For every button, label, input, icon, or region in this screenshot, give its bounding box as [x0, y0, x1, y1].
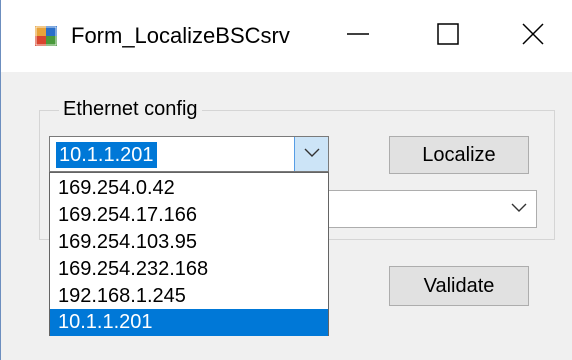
maximize-icon [436, 22, 460, 51]
ip-address-dropdown-list[interactable]: 169.254.0.42 169.254.17.166 169.254.103.… [49, 172, 329, 336]
maximize-button[interactable] [403, 0, 493, 72]
form-app-icon [35, 26, 57, 46]
close-icon [521, 22, 545, 51]
ip-combobox-dropdown-button[interactable] [294, 137, 328, 171]
ip-address-combobox[interactable]: 10.1.1.201 [49, 136, 329, 172]
form-window: Form_LocalizeBSCsrv Ethernet config 10.1… [0, 0, 572, 360]
ip-address-value: 10.1.1.201 [56, 142, 157, 168]
dropdown-option[interactable]: 169.254.103.95 [50, 229, 328, 256]
dropdown-option[interactable]: 169.254.232.168 [50, 256, 328, 283]
chevron-down-icon [304, 145, 320, 163]
localize-button[interactable]: Localize [389, 136, 529, 174]
dropdown-option[interactable]: 192.168.1.245 [50, 283, 328, 310]
minimize-button[interactable] [313, 0, 403, 72]
window-title: Form_LocalizeBSCsrv [71, 23, 290, 48]
groupbox-label: Ethernet config [59, 96, 202, 122]
dropdown-option-selected[interactable]: 10.1.1.201 [50, 309, 328, 336]
title-bar[interactable]: Form_LocalizeBSCsrv [1, 0, 572, 72]
chevron-down-icon [511, 200, 527, 218]
validate-button[interactable]: Validate [389, 266, 529, 306]
dropdown-option[interactable]: 169.254.0.42 [50, 175, 328, 202]
close-button[interactable] [493, 0, 572, 72]
second-combobox-dropdown-button[interactable] [502, 191, 536, 227]
dropdown-option[interactable]: 169.254.17.166 [50, 202, 328, 229]
minimize-icon [346, 22, 370, 51]
